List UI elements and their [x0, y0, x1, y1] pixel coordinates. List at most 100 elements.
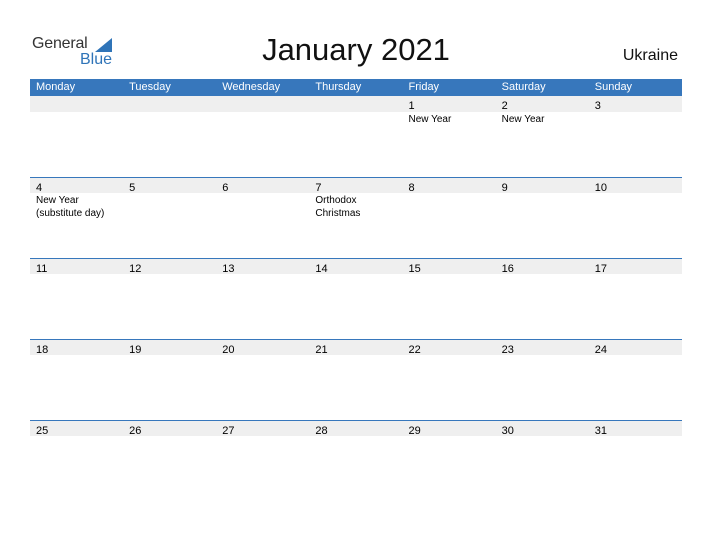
holiday-label [403, 193, 496, 220]
day-cell: 15 [403, 259, 496, 275]
day-cell: 21 [309, 340, 402, 356]
day-cell: 5 [123, 178, 216, 194]
holiday-label [30, 274, 123, 275]
day-cell [309, 96, 402, 112]
day-cell: 25 [30, 421, 123, 437]
day-cell [123, 96, 216, 112]
day-cell [30, 96, 123, 112]
day-cell: 13 [216, 259, 309, 275]
day-cell: 1 [403, 96, 496, 112]
week-row: 1 2 3 New Year New Year [30, 96, 682, 177]
weekday-thursday: Thursday [315, 81, 362, 93]
holiday-label [216, 274, 309, 275]
holiday-label [496, 193, 589, 220]
date-band: 1 2 3 [30, 96, 682, 112]
weekday-tuesday: Tuesday [129, 81, 171, 93]
day-cell: 26 [123, 421, 216, 437]
holiday-label [496, 274, 589, 275]
holiday-label [123, 112, 216, 126]
page-title: January 2021 [262, 32, 450, 67]
day-cell: 27 [216, 421, 309, 437]
weekday-saturday: Saturday [501, 81, 546, 93]
holiday-label [403, 355, 496, 356]
day-cell: 17 [589, 259, 682, 275]
holiday-label [589, 355, 682, 356]
holiday-label [123, 355, 216, 356]
holiday-label [216, 436, 309, 437]
holiday-label [496, 436, 589, 437]
day-cell: 24 [589, 340, 682, 356]
holiday-label [123, 193, 216, 220]
holiday-label [589, 193, 682, 220]
date-band: 4 5 6 7 8 9 10 [30, 177, 682, 194]
holiday-label [216, 193, 309, 220]
calendar-grid: Monday Tuesday Wednesday Thursday Friday… [30, 79, 682, 501]
day-cell: 29 [403, 421, 496, 437]
day-cell: 20 [216, 340, 309, 356]
holiday-label [496, 355, 589, 356]
day-cell: 7 [309, 178, 402, 194]
holiday-label: New Year [408, 114, 452, 125]
day-cell: 16 [496, 259, 589, 275]
holiday-label: New Year [501, 114, 545, 125]
week-row: 18 19 20 21 22 23 24 [30, 339, 682, 420]
day-cell: 28 [309, 421, 402, 437]
week-row: 25 26 27 28 29 30 31 [30, 420, 682, 501]
holiday-label [589, 274, 682, 275]
weekday-monday: Monday [36, 81, 76, 93]
day-cell: 3 [589, 96, 682, 112]
day-cell [216, 96, 309, 112]
holiday-label [216, 112, 309, 126]
holiday-label [309, 274, 402, 275]
events-row [30, 274, 682, 275]
holiday-label [589, 112, 682, 126]
weekday-wednesday: Wednesday [222, 81, 281, 93]
day-cell: 10 [589, 178, 682, 194]
day-cell: 31 [589, 421, 682, 437]
date-band: 11 12 13 14 15 16 17 [30, 258, 682, 275]
country-label: Ukraine [622, 47, 678, 64]
holiday-label [403, 274, 496, 275]
weekday-header: Monday Tuesday Wednesday Thursday Friday… [30, 79, 682, 96]
date-band: 25 26 27 28 29 30 31 [30, 420, 682, 437]
day-cell: 30 [496, 421, 589, 437]
holiday-label: New Year (substitute day) [36, 195, 105, 219]
date-band: 18 19 20 21 22 23 24 [30, 339, 682, 356]
holiday-label [216, 355, 309, 356]
weekday-sunday: Sunday [594, 81, 633, 93]
holiday-label [403, 436, 496, 437]
holiday-label [309, 436, 402, 437]
day-cell: 19 [123, 340, 216, 356]
holiday-label [30, 112, 123, 126]
holiday-label [123, 274, 216, 275]
weekday-friday: Friday [408, 81, 440, 93]
day-cell: 8 [403, 178, 496, 194]
holiday-label: Orthodox Christmas [315, 195, 361, 219]
day-cell: 2 [496, 96, 589, 112]
day-cell: 6 [216, 178, 309, 194]
day-cell: 11 [30, 259, 123, 275]
day-cell: 18 [30, 340, 123, 356]
week-row: 4 5 6 7 8 9 10 New Year (substitute day) Orthodo… [30, 177, 682, 258]
events-row: New Year (substitute day) Orthodox Christ… [30, 193, 682, 220]
day-cell: 12 [123, 259, 216, 275]
day-cell: 14 [309, 259, 402, 275]
weeks-container: 1 2 3 New Year New Year 4 5 6 7 8 9 10 New Year (sub… [30, 96, 682, 501]
holiday-label [589, 436, 682, 437]
holiday-label [309, 112, 402, 126]
day-cell: 9 [496, 178, 589, 194]
events-row: New Year New Year [30, 112, 682, 126]
holiday-label [30, 436, 123, 437]
events-row [30, 355, 682, 356]
holiday-label [123, 436, 216, 437]
date-number: 1 [408, 100, 415, 112]
events-row [30, 436, 682, 437]
holiday-label [30, 355, 123, 356]
day-cell: 23 [496, 340, 589, 356]
date-number: 3 [594, 100, 601, 112]
day-cell: 22 [403, 340, 496, 356]
week-row: 11 12 13 14 15 16 17 [30, 258, 682, 339]
day-cell: 4 [30, 178, 123, 194]
holiday-label [309, 355, 402, 356]
date-number: 2 [501, 100, 508, 112]
